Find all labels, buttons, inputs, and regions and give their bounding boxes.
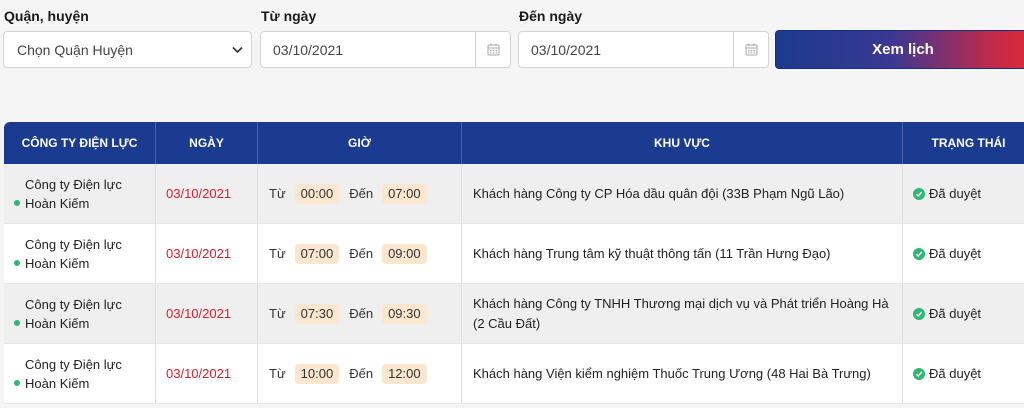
row-date: 03/10/2021 <box>156 224 258 283</box>
column-header-date: NGÀY <box>156 122 258 164</box>
to-word: Đến <box>349 366 374 381</box>
end-time-chip: 07:00 <box>382 183 427 204</box>
row-area: Khách hàng Viện kiểm nghiệm Thuốc Trung … <box>462 344 903 403</box>
check-circle-icon <box>913 307 925 320</box>
chevron-down-icon <box>232 46 243 54</box>
from-word: Từ <box>269 186 286 201</box>
end-time-chip: 12:00 <box>382 363 427 384</box>
row-time: Từ 07:00 Đến 09:00 <box>258 224 462 283</box>
row-status: Đã duyệt <box>903 164 1024 223</box>
end-time-chip: 09:00 <box>382 243 427 264</box>
start-time-chip: 10:00 <box>294 363 340 384</box>
column-header-area: KHU VỰC <box>462 122 903 164</box>
check-circle-icon <box>913 187 925 200</box>
company-name: Công ty Điện lực Hoàn Kiếm <box>25 236 122 271</box>
row-date: 03/10/2021 <box>156 284 258 343</box>
row-time: Từ 00:00 Đến 07:00 <box>258 164 462 223</box>
from-word: Từ <box>269 366 286 381</box>
view-schedule-button[interactable]: Xem lịch <box>775 30 1024 69</box>
status-label: Đã duyệt <box>929 306 982 321</box>
check-circle-icon <box>913 247 925 260</box>
district-label: Quận, huyện <box>4 8 89 24</box>
row-status: Đã duyệt <box>903 224 1024 283</box>
status-dot-icon <box>14 199 20 206</box>
status-label: Đã duyệt <box>929 246 982 261</box>
from-word: Từ <box>269 306 286 321</box>
status-label: Đã duyệt <box>929 366 982 381</box>
start-time-chip: 00:00 <box>294 183 340 204</box>
from-date-label: Từ ngày <box>261 8 317 24</box>
to-date-field[interactable]: 03/10/2021 <box>518 31 769 68</box>
to-word: Đến <box>349 246 374 261</box>
column-header-company: CÔNG TY ĐIỆN LỰC <box>4 122 156 164</box>
table-row: Công ty Điện lực Hoàn Kiếm 03/10/2021 Từ… <box>4 284 1024 344</box>
row-time: Từ 10:00 Đến 12:00 <box>258 344 462 403</box>
company-name: Công ty Điện lực Hoàn Kiếm <box>25 176 122 211</box>
table-row: Công ty Điện lực Hoàn Kiếm 03/10/2021 Từ… <box>4 164 1024 224</box>
from-word: Từ <box>269 246 286 261</box>
row-date: 03/10/2021 <box>156 344 258 403</box>
table-header: CÔNG TY ĐIỆN LỰC NGÀY GIỜ KHU VỰC TRẠNG … <box>4 122 1024 164</box>
row-area: Khách hàng Công ty CP Hóa dầu quân đội (… <box>462 164 903 223</box>
start-time-chip: 07:30 <box>294 303 340 324</box>
end-time-chip: 09:30 <box>382 303 427 324</box>
row-area: Khách hàng Công ty TNHH Thương mại dịch … <box>462 284 903 343</box>
check-circle-icon <box>913 367 925 380</box>
row-time: Từ 07:30 Đến 09:30 <box>258 284 462 343</box>
calendar-icon[interactable] <box>733 32 768 67</box>
company-name: Công ty Điện lực Hoàn Kiếm <box>25 296 122 331</box>
outage-schedule-table: CÔNG TY ĐIỆN LỰC NGÀY GIỜ KHU VỰC TRẠNG … <box>4 122 1024 404</box>
table-row: Công ty Điện lực Hoàn Kiếm 03/10/2021 Từ… <box>4 224 1024 284</box>
status-dot-icon <box>14 379 20 386</box>
from-date-field[interactable]: 03/10/2021 <box>260 31 511 68</box>
to-date-label: Đến ngày <box>519 8 583 24</box>
table-row: Công ty Điện lực Hoàn Kiếm 03/10/2021 Từ… <box>4 344 1024 404</box>
calendar-icon[interactable] <box>475 32 510 67</box>
row-status: Đã duyệt <box>903 344 1024 403</box>
start-time-chip: 07:00 <box>294 243 340 264</box>
to-word: Đến <box>349 306 374 321</box>
row-status: Đã duyệt <box>903 284 1024 343</box>
district-select-value: Chọn Quận Huyện <box>17 41 133 58</box>
row-date: 03/10/2021 <box>156 164 258 223</box>
to-word: Đến <box>349 186 374 201</box>
column-header-time: GIỜ <box>258 122 462 164</box>
status-dot-icon <box>14 259 20 266</box>
status-dot-icon <box>14 319 20 326</box>
row-area: Khách hàng Trung tâm kỹ thuật thông tấn … <box>462 224 903 283</box>
from-date-value[interactable]: 03/10/2021 <box>261 42 475 58</box>
status-label: Đã duyệt <box>929 186 982 201</box>
district-select[interactable]: Chọn Quận Huyện <box>3 31 252 68</box>
to-date-value[interactable]: 03/10/2021 <box>519 42 733 58</box>
company-name: Công ty Điện lực Hoàn Kiếm <box>25 356 122 391</box>
column-header-status: TRẠNG THÁI <box>931 136 1006 150</box>
